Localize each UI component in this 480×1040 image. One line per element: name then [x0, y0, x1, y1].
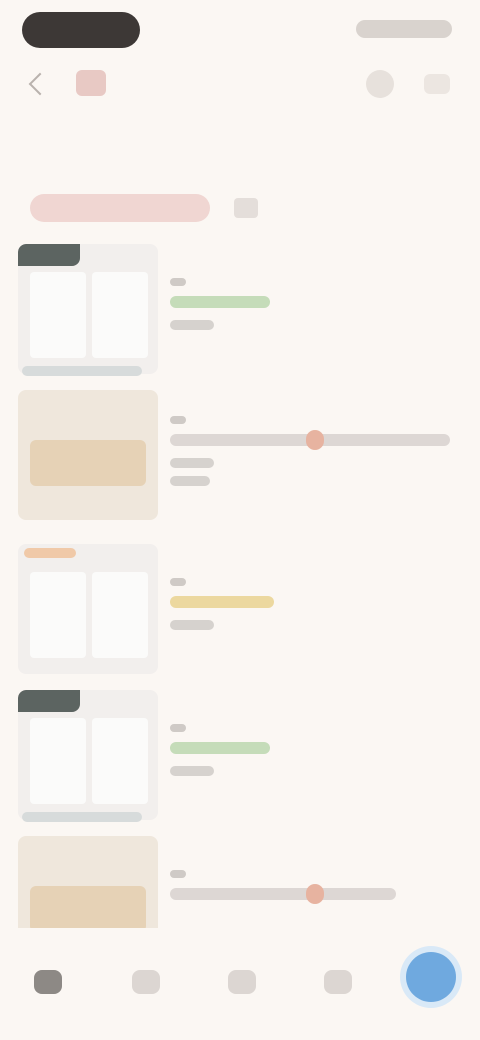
price [170, 596, 274, 608]
product-badge [18, 244, 80, 266]
list-item[interactable] [0, 390, 480, 530]
price [170, 742, 270, 754]
price [170, 430, 450, 450]
share-icon[interactable] [366, 70, 394, 98]
message-icon[interactable] [324, 970, 352, 994]
price [170, 884, 396, 904]
product-badge [24, 548, 76, 558]
product-meta [170, 578, 468, 630]
shop-logo [76, 70, 106, 96]
product-thumbnail [18, 244, 158, 374]
filter-row [0, 186, 480, 230]
list-item[interactable] [0, 690, 480, 830]
product-thumbnail [18, 390, 158, 520]
chevron-left-icon[interactable] [28, 72, 52, 96]
product-meta [170, 416, 468, 486]
product-thumbnail [18, 690, 158, 820]
thumbnail-caption [22, 366, 142, 376]
price [170, 296, 270, 308]
product-meta [170, 724, 468, 776]
status-bar [0, 0, 480, 60]
status-icons [356, 20, 452, 38]
bottom-nav [0, 928, 480, 1040]
filter-chip[interactable] [30, 194, 210, 222]
status-pill [22, 12, 140, 48]
product-meta [170, 870, 468, 912]
home-icon[interactable] [34, 970, 62, 994]
more-icon[interactable] [424, 74, 450, 94]
profile-fab[interactable] [406, 952, 456, 1002]
top-bar [0, 62, 480, 106]
category-tabs [0, 124, 480, 168]
filter-icon[interactable] [234, 198, 258, 218]
category-icon[interactable] [132, 970, 160, 994]
list-item[interactable] [0, 544, 480, 684]
product-badge [18, 690, 80, 712]
list-item[interactable] [0, 244, 480, 384]
product-meta [170, 278, 468, 330]
cart-icon[interactable] [228, 970, 256, 994]
thumbnail-caption [22, 812, 142, 822]
product-thumbnail [18, 544, 158, 674]
